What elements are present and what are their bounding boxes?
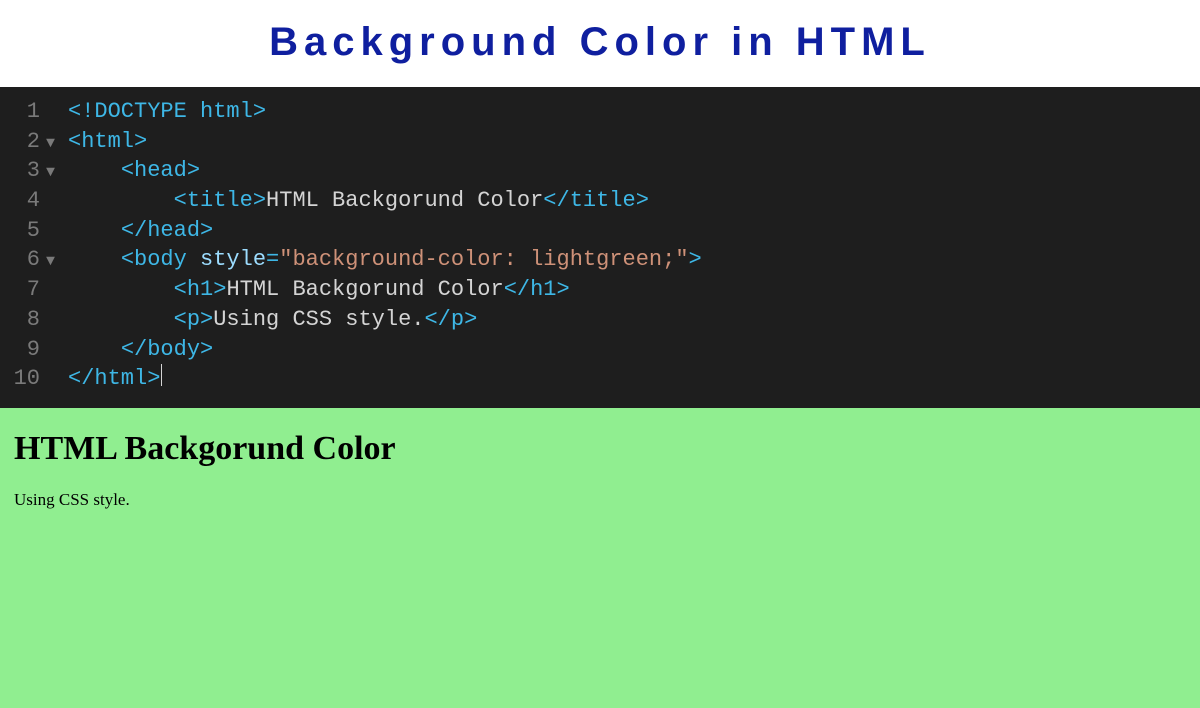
line-number: 10 — [0, 364, 46, 394]
line-number: 2 — [0, 127, 46, 157]
code-content[interactable]: <html> — [68, 127, 147, 157]
line-number: 1 — [0, 97, 46, 127]
code-line[interactable]: 4 <title>HTML Backgorund Color</title> — [0, 186, 1200, 216]
line-number: 6 — [0, 245, 46, 275]
code-line[interactable]: 10 </html> — [0, 364, 1200, 394]
code-line[interactable]: 5 </head> — [0, 216, 1200, 246]
code-line[interactable]: 9 </body> — [0, 335, 1200, 365]
code-content[interactable]: <body style="background-color: lightgree… — [68, 245, 702, 275]
code-content[interactable]: <!DOCTYPE html> — [68, 97, 266, 127]
line-number: 8 — [0, 305, 46, 335]
fold-toggle-icon[interactable]: ▼ — [46, 252, 68, 272]
preview-pane: HTML Backgorund Color Using CSS style. — [0, 408, 1200, 708]
preview-paragraph: Using CSS style. — [14, 490, 1186, 510]
line-number: 9 — [0, 335, 46, 365]
code-content[interactable]: <p>Using CSS style.</p> — [68, 305, 477, 335]
code-editor[interactable]: 1<!DOCTYPE html>2▼<html>3▼ <head>4 <titl… — [0, 87, 1200, 408]
code-line[interactable]: 7 <h1>HTML Backgorund Color</h1> — [0, 275, 1200, 305]
fold-toggle-icon[interactable]: ▼ — [46, 163, 68, 183]
text-cursor — [161, 364, 162, 386]
line-number: 7 — [0, 275, 46, 305]
preview-heading: HTML Backgorund Color — [14, 430, 1186, 468]
code-content[interactable]: <head> — [68, 156, 200, 186]
code-content[interactable]: </body> — [68, 335, 213, 365]
line-number: 5 — [0, 216, 46, 246]
line-number: 4 — [0, 186, 46, 216]
page-title: Background Color in HTML — [0, 20, 1200, 65]
page-header: Background Color in HTML — [0, 0, 1200, 87]
code-line[interactable]: 3▼ <head> — [0, 156, 1200, 186]
line-number: 3 — [0, 156, 46, 186]
code-content[interactable]: </head> — [68, 216, 213, 246]
code-content[interactable]: <title>HTML Backgorund Color</title> — [68, 186, 649, 216]
code-content[interactable]: <h1>HTML Backgorund Color</h1> — [68, 275, 570, 305]
code-line[interactable]: 6▼ <body style="background-color: lightg… — [0, 245, 1200, 275]
fold-toggle-icon[interactable]: ▼ — [46, 134, 68, 154]
code-content[interactable]: </html> — [68, 364, 162, 394]
code-line[interactable]: 1 <!DOCTYPE html> — [0, 97, 1200, 127]
code-line[interactable]: 2▼<html> — [0, 127, 1200, 157]
code-line[interactable]: 8 <p>Using CSS style.</p> — [0, 305, 1200, 335]
